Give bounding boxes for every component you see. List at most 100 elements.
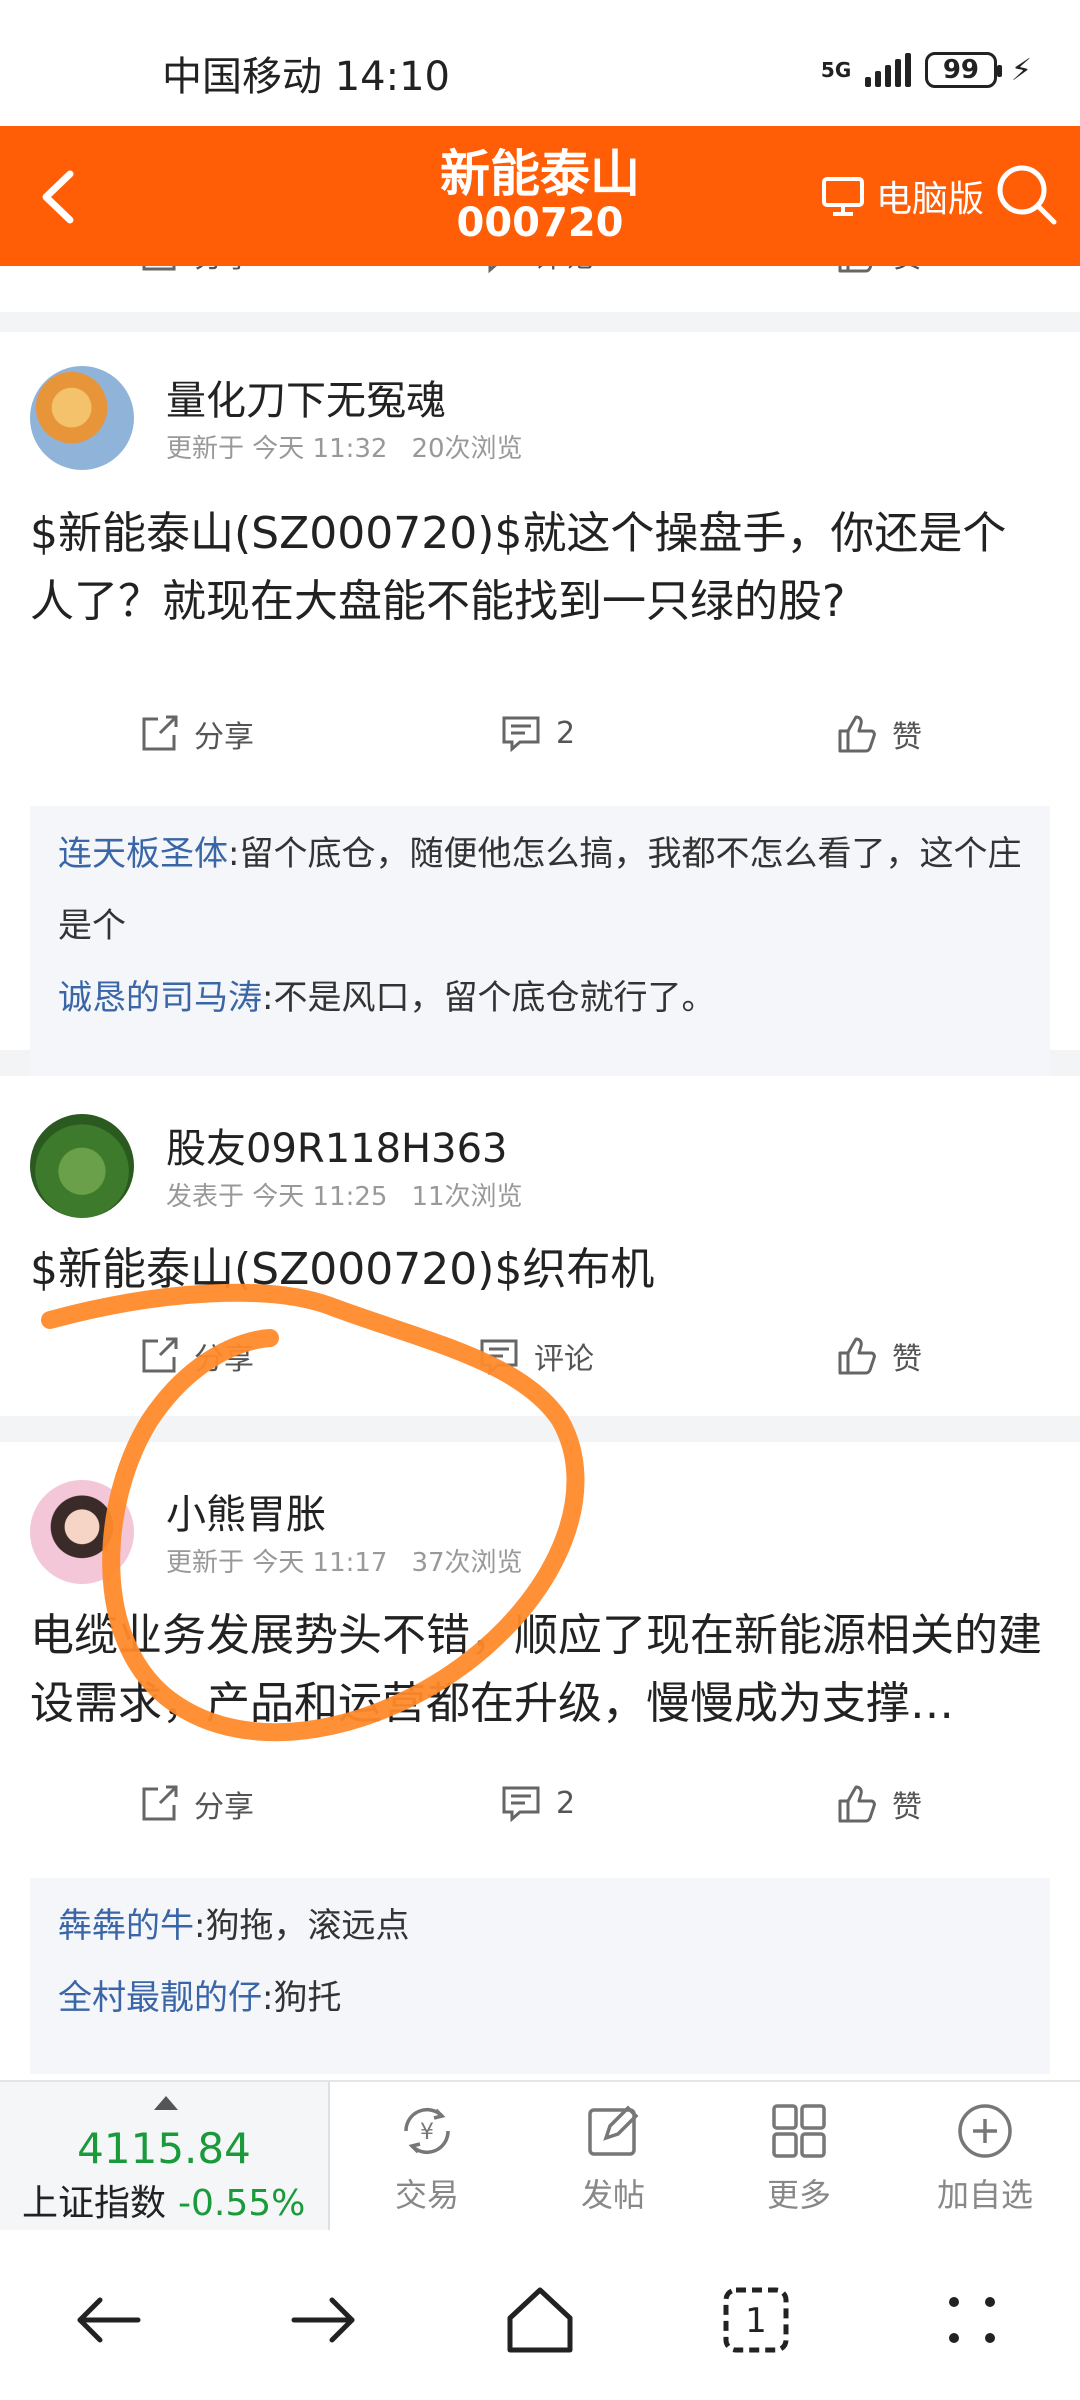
post-body[interactable]: $新能泰山(SZ000720)$就这个操盘手，你还是个人了？就现在大盘能不能找到… [30, 500, 1050, 636]
status-bar: 中国移动 14:10 5G 99 ⚡ [0, 0, 1080, 126]
add-watchlist-button[interactable]: 加自选 [900, 2098, 1070, 2216]
avatar[interactable] [30, 366, 134, 470]
share-button[interactable]: 分享 [138, 1334, 254, 1378]
comment-button[interactable]: 评论 [478, 1334, 594, 1378]
comment-item[interactable]: 全村最靓的仔:狗托 [58, 1962, 1022, 2034]
avatar[interactable] [30, 1480, 134, 1584]
share-label: 分享 [194, 1790, 254, 1825]
index-value: 4115.84 [77, 2124, 251, 2173]
share-label: 分享 [194, 720, 254, 755]
comment-count: 2 [556, 715, 576, 751]
post-views: 37次浏览 [411, 1548, 523, 1578]
post-card-partial: 分享 评论 赞 [0, 266, 1080, 312]
comment-icon [480, 1339, 518, 1376]
index-name-row: 上证指数 -0.55% [22, 2174, 305, 2226]
share-label: 分享 [194, 266, 254, 276]
new-post-button[interactable]: 发帖 [528, 2098, 698, 2216]
comment-item[interactable]: 连天板圣体:留个底仓，随便他怎么搞，我都不怎么看了，这个庄是个 [58, 818, 1022, 962]
post-card[interactable]: 小熊胃胀 更新于 今天 11:17 37次浏览 电缆业务发展势头不错，顺应了现在新… [0, 1442, 1080, 2080]
comment-button[interactable]: 评论 [478, 266, 594, 276]
more-label: 更多 [766, 2176, 831, 2214]
comment-item[interactable]: 犇犇的牛:狗拖，滚远点 [58, 1890, 1022, 1962]
tabs-count-icon: 1 [723, 2287, 789, 2353]
search-icon[interactable] [994, 162, 1058, 226]
like-label: 赞 [892, 1790, 922, 1825]
thumbs-up-icon [838, 1337, 876, 1375]
post-body[interactable]: 电缆业务发展势头不错，顺应了现在新能源相关的建设需求，产品和运营都在升级，慢慢成… [30, 1602, 1050, 1738]
post-views: 20次浏览 [411, 434, 523, 464]
arrow-right-icon [291, 2297, 355, 2343]
comment-icon [502, 716, 540, 753]
comment-text: :不是风口，留个底仓就行了。 [262, 978, 716, 1018]
index-change: -0.55% [178, 2183, 306, 2224]
like-label: 赞 [892, 266, 922, 276]
comment-preview[interactable]: 连天板圣体:留个底仓，随便他怎么搞，我都不怎么看了，这个庄是个 诚恳的司马涛:不… [30, 806, 1050, 1078]
comment-icon [488, 266, 497, 274]
like-button[interactable]: 赞 [836, 712, 922, 756]
share-icon [142, 1785, 178, 1821]
avatar[interactable] [30, 1114, 134, 1218]
charging-icon: ⚡ [1010, 52, 1032, 88]
comment-button[interactable]: 2 [500, 1782, 575, 1824]
post-card[interactable]: 量化刀下无冤魂 更新于 今天 11:32 20次浏览 $新能泰山(SZ000720… [0, 332, 1080, 1078]
trade-label: 交易 [394, 2176, 459, 2214]
comment-count: 2 [556, 1785, 576, 1821]
trade-button[interactable]: ¥ 交易 [342, 2098, 512, 2216]
yen-refresh-icon: ¥ [404, 2107, 450, 2155]
comment-user[interactable]: 连天板圣体 [58, 834, 228, 874]
like-label: 赞 [892, 1342, 922, 1377]
post-card[interactable]: 股友09R118H363 发表于 今天 11:25 11次浏览 $新能泰山(SZ0… [0, 1076, 1080, 1416]
post-author[interactable]: 量化刀下无冤魂 [166, 368, 446, 426]
post-views: 11次浏览 [411, 1182, 523, 1212]
comment-user[interactable]: 全村最靓的仔 [58, 1978, 262, 2018]
comment-preview[interactable]: 犇犇的牛:狗拖，滚远点 全村最靓的仔:狗托 [30, 1878, 1050, 2074]
thumbs-up-icon [838, 715, 876, 753]
nav-back-button[interactable] [68, 2280, 148, 2360]
dots-menu-icon [949, 2297, 995, 2343]
comment-button[interactable]: 2 [500, 712, 575, 754]
post-body[interactable]: $新能泰山(SZ000720)$织布机 [30, 1236, 1050, 1304]
more-button[interactable]: 更多 [714, 2098, 884, 2216]
monitor-icon [821, 177, 864, 216]
nav-menu-button[interactable] [932, 2280, 1012, 2360]
comment-user[interactable]: 诚恳的司马涛 [58, 978, 262, 1018]
post-feed[interactable]: 分享 评论 赞 量化刀下无冤魂 更新于 今天 11:32 20次浏览 $新能泰山(… [0, 266, 1080, 2080]
post-meta: 更新于 今天 11:32 20次浏览 [166, 428, 523, 465]
post-author[interactable]: 小熊胃胀 [166, 1482, 326, 1540]
arrow-left-icon [77, 2297, 141, 2343]
home-icon [507, 2287, 573, 2353]
nav-home-button[interactable] [500, 2280, 580, 2360]
comment-label: 评论 [534, 1342, 594, 1377]
plus-circle-icon [958, 2104, 1012, 2158]
like-label: 赞 [892, 720, 922, 755]
share-button[interactable]: 分享 [138, 1782, 254, 1826]
post-actions: 分享 2 赞 [0, 1782, 1080, 1842]
browser-nav-bar: 1 [0, 2230, 1080, 2400]
post-author[interactable]: 股友09R118H363 [166, 1116, 507, 1174]
post-time: 更新于 今天 11:17 [166, 1548, 388, 1578]
comment-item[interactable]: 诚恳的司马涛:不是风口，留个底仓就行了。 [58, 962, 1022, 1034]
comment-text: :狗拖，滚远点 [194, 1906, 410, 1946]
nav-forward-button[interactable] [284, 2280, 364, 2360]
new-post-label: 发帖 [580, 2176, 645, 2214]
market-index-ticker[interactable]: 4115.84 上证指数 -0.55% [0, 2082, 330, 2232]
nav-tabs-button[interactable]: 1 [716, 2280, 796, 2360]
share-icon [142, 1337, 178, 1373]
like-button[interactable]: 赞 [836, 1334, 922, 1378]
share-button[interactable]: 分享 [138, 712, 254, 756]
edit-icon [588, 2105, 639, 2156]
like-button[interactable]: 赞 [836, 1782, 922, 1826]
comment-user[interactable]: 犇犇的牛 [58, 1906, 194, 1946]
expand-up-icon [154, 2096, 178, 2110]
post-actions: 分享 评论 赞 [0, 266, 1080, 292]
post-time: 发表于 今天 11:25 [166, 1182, 388, 1212]
post-meta: 更新于 今天 11:17 37次浏览 [166, 1542, 523, 1579]
like-button[interactable]: 赞 [836, 266, 922, 276]
index-name: 上证指数 [22, 2183, 167, 2224]
share-icon [142, 266, 176, 271]
post-actions: 分享 评论 赞 [0, 1334, 1080, 1394]
desktop-version-button[interactable]: 电脑版 [820, 170, 984, 222]
post-time: 更新于 今天 11:32 [166, 434, 388, 464]
post-actions: 分享 2 赞 [0, 712, 1080, 772]
share-button[interactable]: 分享 [138, 266, 254, 276]
